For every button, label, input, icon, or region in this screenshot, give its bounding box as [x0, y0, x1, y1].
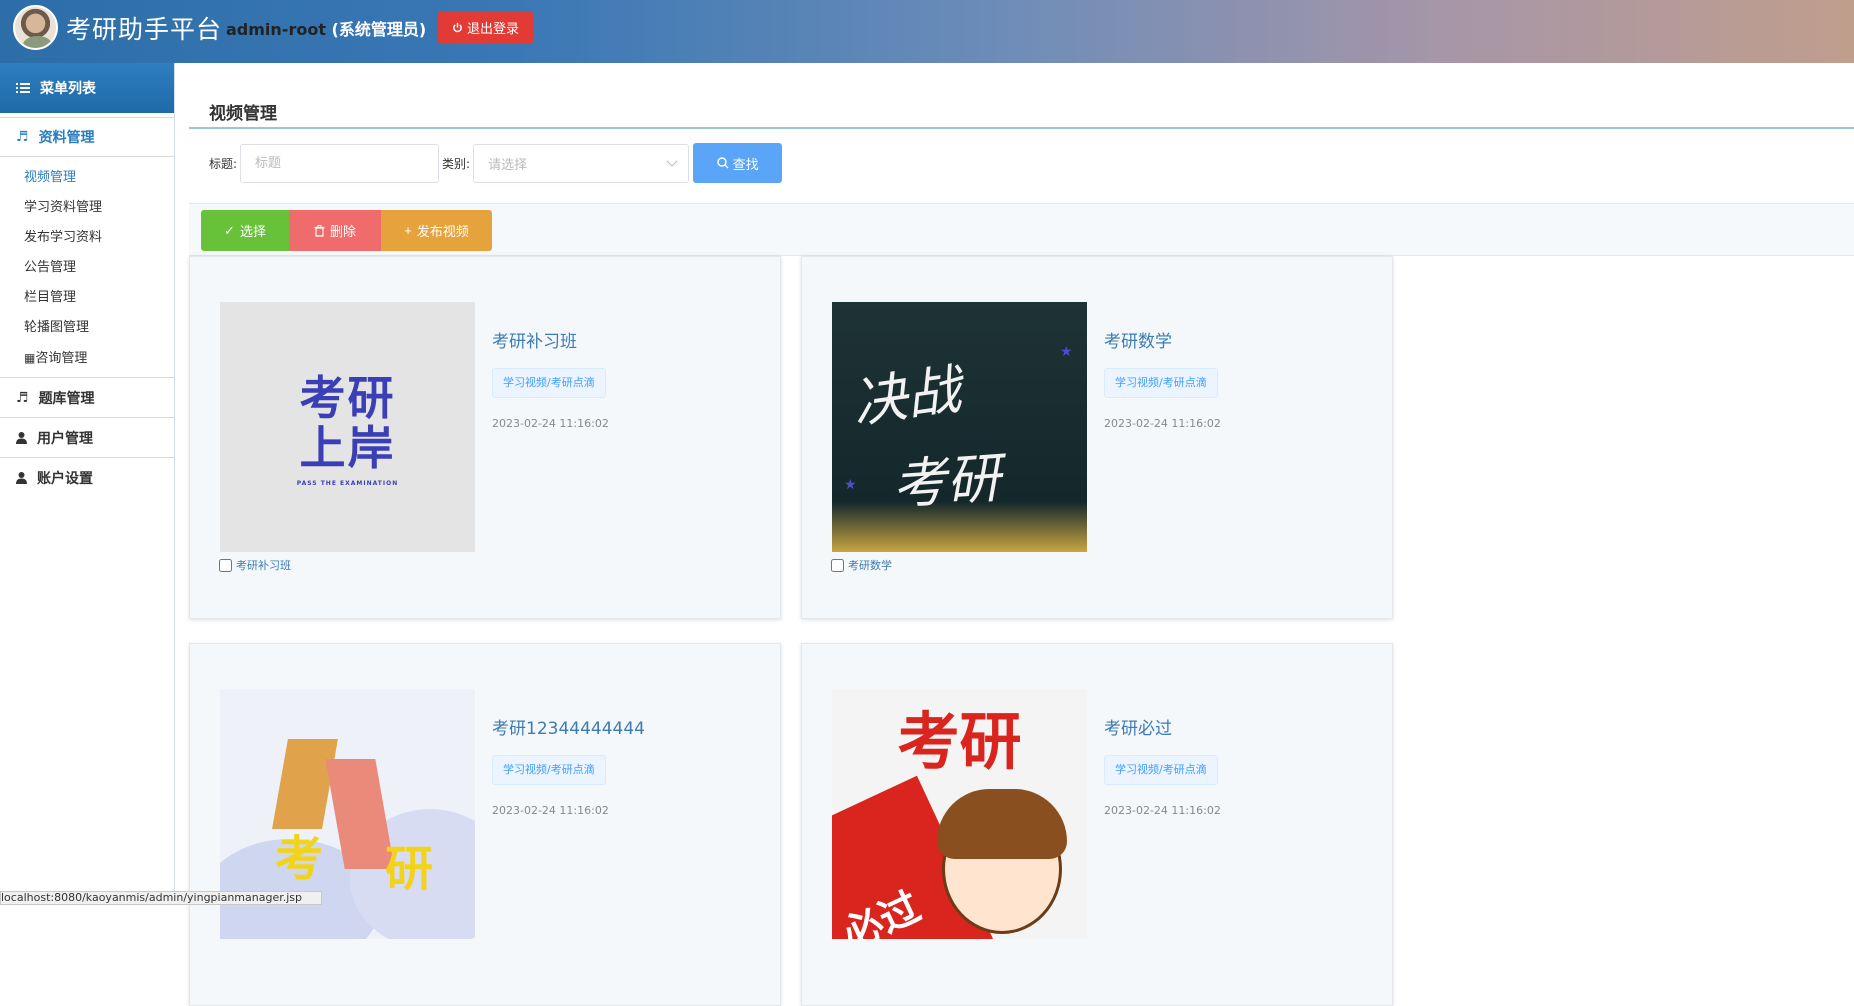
sidebar-item-label: 咨询管理	[35, 351, 88, 366]
category-tag: 学习视频/考研点滴	[492, 368, 606, 398]
star-icon: ★	[844, 477, 857, 493]
music-note-icon: ♬	[16, 129, 29, 145]
video-card: 考研 必过 考研必过 学习视频/考研点滴 2023-02-24 11:16:02	[801, 643, 1393, 1006]
page-title: 视频管理	[209, 104, 277, 124]
category-select[interactable]: 请选择	[473, 143, 690, 183]
sidebar-item-publish-materials[interactable]: 发布学习资料	[0, 223, 174, 253]
thumbnail-text: 考	[275, 831, 324, 887]
select-button[interactable]: ✓ 选择	[201, 210, 289, 251]
sidebar: 菜单列表 ♬ 资料管理 视频管理 学习资料管理 发布学习资料 公告管理 栏目管理…	[0, 63, 175, 904]
logout-button[interactable]: 退出登录	[438, 11, 533, 44]
user-icon	[16, 431, 27, 444]
menu-header: 菜单列表	[0, 63, 174, 113]
sidebar-item-carousel[interactable]: 轮播图管理	[0, 313, 174, 343]
menu-title: 菜单列表	[40, 81, 96, 97]
publish-date: 2023-02-24 11:16:02	[1104, 804, 1221, 817]
thumbnail-text: 上岸	[299, 421, 396, 475]
publish-button-label: 发布视频	[416, 224, 469, 239]
video-card: 考研 上岸 PASS THE EXAMINATION 考研补习班 学习视频/考研…	[189, 256, 781, 619]
video-card: 考 研 考研12344444444 学习视频/考研点滴 2023-02-24 1…	[189, 643, 781, 1006]
search-icon	[716, 157, 729, 169]
video-checkbox[interactable]: 考研补习班	[219, 557, 291, 573]
sidebar-item-video[interactable]: 视频管理	[0, 163, 174, 193]
checkbox-label: 考研补习班	[236, 559, 291, 572]
checkbox[interactable]	[219, 558, 232, 572]
sidebar-section-label: 账户设置	[37, 471, 93, 487]
trash-icon	[314, 224, 325, 237]
star-icon: ★	[1060, 344, 1073, 360]
user-role: (系统管理员)	[331, 20, 427, 39]
check-icon: ✓	[224, 222, 235, 238]
title-search-input[interactable]	[240, 143, 440, 183]
top-header: 考研助手平台 admin-root (系统管理员) 退出登录	[0, 0, 1854, 63]
sidebar-section-question-bank[interactable]: ♬ 题库管理	[0, 378, 174, 418]
video-title[interactable]: 考研补习班	[492, 327, 577, 352]
delete-button-label: 删除	[329, 224, 356, 239]
title-filter-label: 标题:	[209, 156, 238, 171]
publish-date: 2023-02-24 11:16:02	[492, 417, 609, 430]
video-thumbnail[interactable]: 决战 考研 ★ ★	[832, 302, 1087, 552]
thumbnail-text: 研	[385, 841, 434, 897]
chevron-down-icon	[666, 154, 678, 167]
video-thumbnail[interactable]: 考研 必过	[832, 689, 1087, 939]
delete-button[interactable]: 删除	[289, 210, 381, 251]
thumbnail-subtext: PASS THE EXAMINATION	[296, 480, 399, 487]
thumbnail-text: 考研	[299, 371, 396, 425]
checkbox-label: 考研数学	[848, 559, 892, 572]
category-filter-label: 类别:	[442, 156, 471, 171]
search-bar: 标题: 类别: 请选择 查找	[209, 143, 783, 183]
thumbnail-decoration	[272, 739, 338, 829]
thumbnail-text: 决战	[848, 357, 965, 436]
browser-status-bar: localhost:8080/kaoyanmis/admin/yingpianm…	[0, 891, 322, 905]
select-button-label: 选择	[239, 224, 266, 239]
sidebar-sub-list: 视频管理 学习资料管理 发布学习资料 公告管理 栏目管理 轮播图管理 ▦咨询管理	[0, 157, 174, 378]
video-card: 决战 考研 ★ ★ 考研数学 学习视频/考研点滴 2023-02-24 11:1…	[801, 256, 1393, 619]
sidebar-section-label: 题库管理	[38, 390, 95, 407]
checkbox[interactable]	[831, 558, 844, 572]
sidebar-section-users[interactable]: 用户管理	[0, 418, 174, 458]
search-button[interactable]: 查找	[693, 143, 783, 183]
sidebar-section-account[interactable]: 账户设置	[0, 458, 174, 498]
publish-video-button[interactable]: + 发布视频	[381, 210, 492, 251]
category-tag: 学习视频/考研点滴	[1104, 755, 1218, 785]
calendar-icon: ▦	[24, 351, 36, 365]
music-note-icon: ♬	[16, 389, 29, 406]
sidebar-section-label: 用户管理	[37, 430, 93, 447]
power-icon	[453, 22, 462, 33]
action-toolbar: ✓ 选择 删除 + 发布视频	[189, 203, 1854, 256]
video-checkbox[interactable]: 考研数学	[831, 557, 892, 573]
sidebar-item-study-materials[interactable]: 学习资料管理	[0, 193, 174, 223]
video-title[interactable]: 考研数学	[1104, 327, 1172, 352]
admin-avatar	[13, 5, 58, 50]
thumbnail-text: 考研	[890, 446, 1003, 517]
sidebar-item-columns[interactable]: 栏目管理	[0, 283, 174, 313]
category-tag: 学习视频/考研点滴	[492, 755, 606, 785]
sidebar-section-label: 资料管理	[38, 130, 95, 146]
video-thumbnail[interactable]: 考研 上岸 PASS THE EXAMINATION	[220, 302, 475, 552]
category-placeholder: 请选择	[488, 157, 528, 173]
user-icon	[16, 472, 27, 484]
search-button-label: 查找	[732, 156, 759, 172]
user-info: admin-root (系统管理员)	[226, 16, 426, 40]
title-divider	[189, 127, 1854, 129]
list-icon	[16, 83, 30, 93]
username: admin-root	[226, 20, 326, 39]
cartoon-hair	[937, 789, 1067, 859]
publish-date: 2023-02-24 11:16:02	[1104, 417, 1221, 430]
category-tag: 学习视频/考研点滴	[1104, 368, 1218, 398]
sidebar-section-resources[interactable]: ♬ 资料管理	[0, 117, 174, 157]
plus-icon: +	[404, 223, 412, 238]
video-title[interactable]: 考研必过	[1104, 714, 1172, 739]
publish-date: 2023-02-24 11:16:02	[492, 804, 609, 817]
sidebar-item-consultation[interactable]: ▦咨询管理	[0, 343, 174, 373]
site-title: 考研助手平台	[66, 15, 223, 44]
sidebar-item-announcements[interactable]: 公告管理	[0, 253, 174, 283]
video-title[interactable]: 考研12344444444	[492, 714, 645, 739]
logout-label: 退出登录	[466, 21, 519, 36]
thumbnail-text: 考研	[897, 705, 1022, 778]
